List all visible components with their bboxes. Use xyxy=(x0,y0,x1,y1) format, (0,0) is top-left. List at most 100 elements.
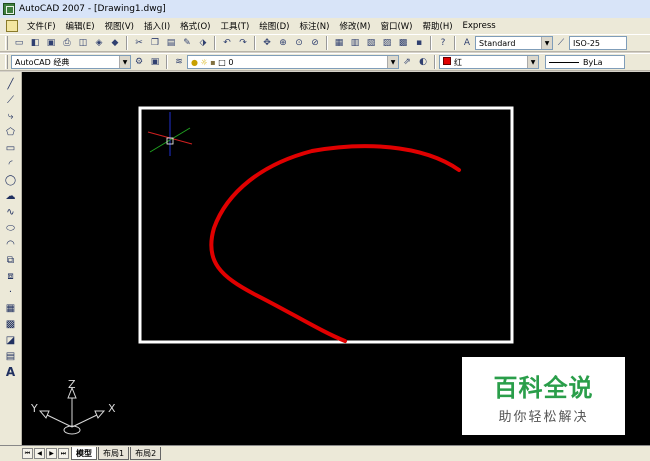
spline-icon[interactable]: ∿ xyxy=(3,205,19,220)
chevron-down-icon[interactable]: ▼ xyxy=(387,56,398,68)
make-current-layer-icon[interactable]: ⇗ xyxy=(400,55,414,69)
toolbar-separator xyxy=(214,36,216,50)
first-tab-icon[interactable]: ⏮ xyxy=(22,448,33,459)
menu-draw[interactable]: 绘图(D) xyxy=(254,20,294,32)
menu-file[interactable]: 文件(F) xyxy=(22,20,61,32)
dim-style-select[interactable]: ISO-25 xyxy=(569,36,627,50)
red-arc[interactable] xyxy=(209,144,461,343)
markup-icon[interactable]: ▩ xyxy=(396,36,410,50)
revision-cloud-icon[interactable]: ☁ xyxy=(3,189,19,204)
rectangle-icon[interactable]: ▭ xyxy=(3,141,19,156)
construction-line-icon[interactable]: ⟋ xyxy=(3,93,19,108)
tool-palettes-icon[interactable]: ▧ xyxy=(364,36,378,50)
arc-icon[interactable]: ◜ xyxy=(3,157,19,172)
layer-manager-icon[interactable]: ≋ xyxy=(172,55,186,69)
menu-edit[interactable]: 编辑(E) xyxy=(61,20,100,32)
ellipse-icon[interactable]: ⬭ xyxy=(3,221,19,236)
layer-previous-icon[interactable]: ◐ xyxy=(416,55,430,69)
paste-icon[interactable]: ▤ xyxy=(164,36,178,50)
tab-layout2[interactable]: 布局2 xyxy=(130,447,162,460)
point-icon[interactable]: · xyxy=(3,285,19,300)
undo-icon[interactable]: ↶ xyxy=(220,36,234,50)
watermark-title: 百科全说 xyxy=(493,373,594,402)
copy-icon[interactable]: ❐ xyxy=(148,36,162,50)
print-icon[interactable]: ⎙ xyxy=(60,36,74,50)
linetype-select[interactable]: ByLa xyxy=(545,55,625,69)
pan-icon[interactable]: ✥ xyxy=(260,36,274,50)
sun-icon: ☼ xyxy=(200,57,208,67)
hatch-icon[interactable]: ▦ xyxy=(3,301,19,316)
chevron-down-icon[interactable]: ▼ xyxy=(119,56,130,68)
menu-modify[interactable]: 修改(M) xyxy=(334,20,375,32)
viewport-rectangle[interactable] xyxy=(138,106,514,344)
menu-insert[interactable]: 插入(I) xyxy=(139,20,175,32)
help-icon[interactable]: ? xyxy=(436,36,450,50)
gradient-icon[interactable]: ▩ xyxy=(3,317,19,332)
prev-tab-icon[interactable]: ◀ xyxy=(34,448,45,459)
toolbar-separator xyxy=(434,55,436,69)
toolbar-grip[interactable] xyxy=(5,36,8,50)
document-icon[interactable] xyxy=(6,20,18,32)
cut-icon[interactable]: ✂ xyxy=(132,36,146,50)
toolbar-separator xyxy=(126,36,128,50)
circle-icon[interactable]: ◯ xyxy=(3,173,19,188)
window-title: AutoCAD 2007 - [Drawing1.dwg] xyxy=(19,4,166,14)
menu-format[interactable]: 格式(O) xyxy=(175,20,215,32)
workspace-save-icon[interactable]: ▣ xyxy=(148,55,162,69)
multiline-text-icon[interactable]: A xyxy=(3,365,19,380)
workspace-select[interactable]: AutoCAD 经典 ▼ xyxy=(11,55,131,69)
text-style-select[interactable]: Standard ▼ xyxy=(475,36,553,50)
region-icon[interactable]: ◪ xyxy=(3,333,19,348)
drawing-canvas[interactable]: Z Y X 百科全说 助你轻松解决 xyxy=(22,72,650,445)
save-icon[interactable]: ▣ xyxy=(44,36,58,50)
print-preview-icon[interactable]: ◫ xyxy=(76,36,90,50)
menu-dimension[interactable]: 标注(N) xyxy=(294,20,334,32)
last-tab-icon[interactable]: ⏭ xyxy=(58,448,69,459)
layer-select[interactable]: ● ☼ ▪ □ 0 ▼ xyxy=(187,55,399,69)
layers-toolbar: AutoCAD 经典 ▼ ⚙ ▣ ≋ ● ☼ ▪ □ 0 ▼ ⇗ ◐ 红 ▼ B… xyxy=(0,53,650,71)
redo-icon[interactable]: ↷ xyxy=(236,36,250,50)
match-properties-icon[interactable]: ✎ xyxy=(180,36,194,50)
color-swatch xyxy=(443,56,451,65)
layer-value: 0 xyxy=(228,57,234,67)
menu-view[interactable]: 视图(V) xyxy=(100,20,139,32)
zoom-previous-icon[interactable]: ⊘ xyxy=(308,36,322,50)
polygon-icon[interactable]: ⬠ xyxy=(3,125,19,140)
new-file-icon[interactable]: ▭ xyxy=(12,36,26,50)
menu-help[interactable]: 帮助(H) xyxy=(418,20,458,32)
menu-window[interactable]: 窗口(W) xyxy=(375,20,417,32)
zoom-realtime-icon[interactable]: ⊕ xyxy=(276,36,290,50)
design-center-icon[interactable]: ▥ xyxy=(348,36,362,50)
sheet-set-icon[interactable]: ▨ xyxy=(380,36,394,50)
polyline-icon[interactable]: ⤷ xyxy=(3,109,19,124)
text-style-value: Standard xyxy=(479,38,516,48)
chevron-down-icon[interactable]: ▼ xyxy=(527,56,538,68)
dwf-icon[interactable]: ◆ xyxy=(108,36,122,50)
table-icon[interactable]: ▤ xyxy=(3,349,19,364)
properties-icon[interactable]: ▦ xyxy=(332,36,346,50)
tab-model[interactable]: 模型 xyxy=(71,447,97,460)
zoom-window-icon[interactable]: ⊙ xyxy=(292,36,306,50)
menu-tools[interactable]: 工具(T) xyxy=(215,20,254,32)
block-editor-icon[interactable]: ⬗ xyxy=(196,36,210,50)
toolbar-grip[interactable] xyxy=(5,55,8,69)
open-file-icon[interactable]: ◧ xyxy=(28,36,42,50)
tab-layout1[interactable]: 布局1 xyxy=(98,447,130,460)
line-icon[interactable]: ╱ xyxy=(3,77,19,92)
color-select[interactable]: 红 ▼ xyxy=(439,55,539,69)
calculator-icon[interactable]: ▪ xyxy=(412,36,426,50)
toolbar-separator xyxy=(326,36,328,50)
publish-icon[interactable]: ◈ xyxy=(92,36,106,50)
layer-value-wrap: ● ☼ ▪ □ 0 xyxy=(191,58,233,67)
menu-express[interactable]: Express xyxy=(458,21,501,31)
chevron-down-icon[interactable]: ▼ xyxy=(541,37,552,49)
crosshair-cursor xyxy=(147,112,193,156)
ucs-icon xyxy=(38,386,106,435)
next-tab-icon[interactable]: ▶ xyxy=(46,448,57,459)
ellipse-arc-icon[interactable]: ◠ xyxy=(3,237,19,252)
dim-style-icon: ⟋ xyxy=(557,38,565,48)
color-value-wrap: 红 xyxy=(443,56,462,68)
insert-block-icon[interactable]: ⧉ xyxy=(3,253,19,268)
workspace-settings-icon[interactable]: ⚙ xyxy=(132,55,146,69)
make-block-icon[interactable]: ⧈ xyxy=(3,269,19,284)
